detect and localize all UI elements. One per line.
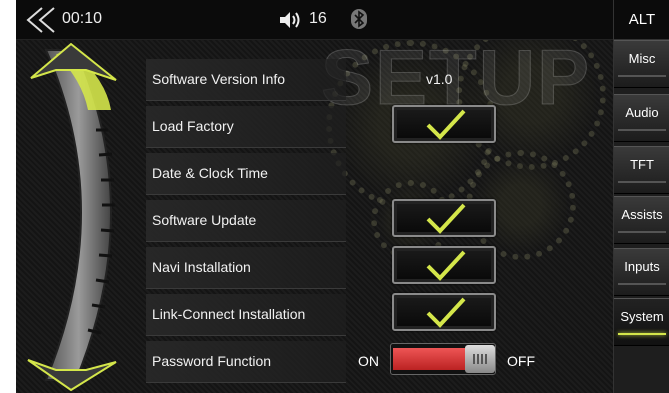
link-connect-checkbox[interactable] xyxy=(392,293,496,331)
tab-underline xyxy=(618,231,666,233)
tab-tft[interactable]: TFT xyxy=(614,146,669,194)
password-toggle[interactable] xyxy=(390,343,496,375)
password-on-label: ON xyxy=(358,353,379,369)
double-chevron-left-icon xyxy=(26,7,55,33)
password-off-label: OFF xyxy=(507,353,535,369)
row-label: Date & Clock Time xyxy=(152,165,268,181)
row-software-version[interactable]: Software Version Info v1.0 xyxy=(146,56,613,102)
volume-level: 16 xyxy=(309,10,327,27)
setup-window: SETUP 00:10 16 ALT Misc Audio TFT Assist… xyxy=(16,0,669,393)
tab-underline xyxy=(618,283,666,285)
software-version-value: v1.0 xyxy=(426,71,453,87)
row-label: Link-Connect Installation xyxy=(152,306,306,322)
scroll-arc[interactable] xyxy=(16,40,146,393)
tab-assists[interactable]: Assists xyxy=(614,196,669,244)
row-navi-installation[interactable]: Navi Installation xyxy=(146,244,613,290)
row-date-clock[interactable]: Date & Clock Time xyxy=(146,150,613,196)
load-factory-checkbox[interactable] xyxy=(392,105,496,143)
software-update-checkbox[interactable] xyxy=(392,199,496,237)
row-label: Software Version Info xyxy=(152,71,286,87)
tab-system[interactable]: System xyxy=(614,298,669,346)
row-load-factory[interactable]: Load Factory xyxy=(146,103,613,149)
tab-label: TFT xyxy=(630,157,654,172)
tab-column: ALT Misc Audio TFT Assists Inputs System xyxy=(613,0,669,393)
row-label: Software Update xyxy=(152,212,257,228)
row-software-update[interactable]: Software Update xyxy=(146,197,613,243)
tab-misc[interactable]: Misc xyxy=(614,40,669,88)
tab-underline xyxy=(618,129,666,131)
status-bar: 00:10 16 xyxy=(16,0,613,40)
tab-inputs[interactable]: Inputs xyxy=(614,248,669,296)
tab-label: Misc xyxy=(628,51,656,66)
tab-underline xyxy=(618,181,666,183)
tab-label: Audio xyxy=(625,105,659,120)
navi-installation-checkbox[interactable] xyxy=(392,246,496,284)
toggle-fill xyxy=(393,348,467,370)
speaker-icon xyxy=(280,12,300,28)
clock: 00:10 xyxy=(62,10,103,27)
back-button[interactable] xyxy=(24,6,58,34)
checkmark-icon xyxy=(426,297,466,328)
row-label: Navi Installation xyxy=(152,259,251,275)
row-link-connect[interactable]: Link-Connect Installation xyxy=(146,291,613,337)
checkmark-icon xyxy=(426,250,466,281)
row-label: Load Factory xyxy=(152,118,234,134)
tab-label: Assists xyxy=(621,207,663,222)
tab-label: Inputs xyxy=(624,259,660,274)
row-label: Password Function xyxy=(152,353,272,369)
checkmark-icon xyxy=(426,109,466,140)
alt-button[interactable]: ALT xyxy=(614,0,669,40)
toggle-knob[interactable] xyxy=(465,345,495,373)
tab-audio[interactable]: Audio xyxy=(614,94,669,142)
tab-label: System xyxy=(620,309,664,324)
checkmark-icon xyxy=(426,203,466,234)
tab-underline xyxy=(618,75,666,77)
bluetooth-icon xyxy=(351,9,367,29)
grip-icon xyxy=(473,354,487,364)
tab-underline xyxy=(618,333,666,335)
screen: SETUP 00:10 16 ALT Misc Audio TFT Assist… xyxy=(0,0,669,393)
row-password-function[interactable]: Password Function ON OFF xyxy=(146,338,613,384)
